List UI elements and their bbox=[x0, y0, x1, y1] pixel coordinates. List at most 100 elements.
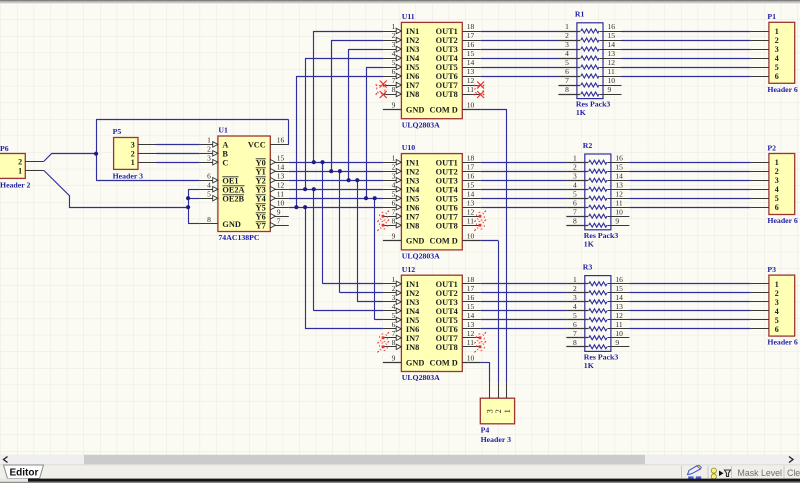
svg-text:14: 14 bbox=[608, 40, 616, 49]
svg-text:IN8: IN8 bbox=[406, 90, 419, 99]
svg-text:7: 7 bbox=[392, 76, 396, 85]
svg-text:17: 17 bbox=[467, 162, 475, 171]
svg-text:Editor: Editor bbox=[10, 468, 39, 479]
svg-text:14: 14 bbox=[615, 171, 623, 180]
svg-text:B: B bbox=[222, 150, 228, 159]
svg-text:OUT6: OUT6 bbox=[436, 203, 458, 212]
svg-text:C: C bbox=[222, 158, 228, 167]
svg-text:5: 5 bbox=[775, 316, 779, 325]
svg-text:4: 4 bbox=[573, 180, 577, 189]
svg-text:10: 10 bbox=[467, 232, 475, 241]
svg-text:P6: P6 bbox=[0, 144, 9, 153]
svg-text:7: 7 bbox=[573, 207, 577, 216]
svg-text:17: 17 bbox=[467, 31, 475, 40]
svg-text:U11: U11 bbox=[402, 12, 415, 21]
svg-text:GND: GND bbox=[406, 358, 424, 367]
svg-text:2: 2 bbox=[573, 162, 577, 171]
svg-text:4: 4 bbox=[392, 49, 396, 58]
svg-text:12: 12 bbox=[467, 207, 475, 216]
svg-text:9: 9 bbox=[615, 216, 619, 225]
svg-text:3: 3 bbox=[573, 293, 577, 302]
svg-text:3: 3 bbox=[485, 409, 494, 413]
svg-text:11: 11 bbox=[467, 338, 474, 347]
svg-text:ULQ2803A: ULQ2803A bbox=[402, 252, 440, 261]
svg-text:8: 8 bbox=[565, 85, 569, 94]
svg-text:4: 4 bbox=[775, 307, 779, 316]
svg-text:11: 11 bbox=[277, 189, 284, 198]
svg-text:Header 3: Header 3 bbox=[113, 171, 143, 180]
svg-text:1K: 1K bbox=[576, 108, 586, 117]
svg-text:OUT7: OUT7 bbox=[436, 81, 458, 90]
svg-text:9: 9 bbox=[392, 232, 396, 241]
svg-text:OUT7: OUT7 bbox=[436, 334, 458, 343]
svg-text:1K: 1K bbox=[584, 361, 594, 370]
svg-text:1: 1 bbox=[131, 158, 135, 167]
svg-text:13: 13 bbox=[615, 302, 623, 311]
svg-text:6: 6 bbox=[775, 72, 779, 81]
svg-text:COM D: COM D bbox=[429, 358, 457, 367]
svg-text:17: 17 bbox=[467, 284, 475, 293]
svg-text:2: 2 bbox=[775, 167, 779, 176]
svg-text:OUT4: OUT4 bbox=[436, 185, 458, 194]
svg-text:16: 16 bbox=[615, 153, 623, 162]
svg-text:IN3: IN3 bbox=[406, 176, 419, 185]
svg-text:IN8: IN8 bbox=[406, 221, 419, 230]
svg-text:3: 3 bbox=[573, 171, 577, 180]
svg-text:Header 6: Header 6 bbox=[767, 338, 797, 347]
svg-text:GND: GND bbox=[406, 237, 424, 246]
svg-text:ULQ2803A: ULQ2803A bbox=[402, 373, 440, 382]
svg-text:IN4: IN4 bbox=[406, 185, 419, 194]
svg-text:12: 12 bbox=[467, 76, 475, 85]
svg-text:13: 13 bbox=[608, 49, 616, 58]
svg-text:IN8: IN8 bbox=[406, 343, 419, 352]
svg-text:6: 6 bbox=[565, 67, 569, 76]
svg-text:4: 4 bbox=[565, 49, 569, 58]
svg-text:P2: P2 bbox=[767, 143, 776, 152]
svg-text:15: 15 bbox=[467, 49, 475, 58]
svg-text:15: 15 bbox=[467, 302, 475, 311]
svg-text:3: 3 bbox=[131, 140, 135, 149]
svg-text:OUT1: OUT1 bbox=[436, 280, 458, 289]
svg-text:P5: P5 bbox=[113, 127, 122, 136]
svg-text:IN2: IN2 bbox=[406, 167, 419, 176]
svg-text:IN5: IN5 bbox=[406, 63, 419, 72]
svg-text:8: 8 bbox=[573, 338, 577, 347]
svg-text:4: 4 bbox=[392, 302, 396, 311]
svg-text:1: 1 bbox=[775, 27, 779, 36]
svg-text:IN6: IN6 bbox=[406, 203, 419, 212]
svg-text:OUT2: OUT2 bbox=[436, 36, 458, 45]
svg-text:5: 5 bbox=[392, 189, 396, 198]
svg-text:3: 3 bbox=[775, 176, 779, 185]
svg-text:2: 2 bbox=[18, 157, 22, 166]
svg-text:9: 9 bbox=[392, 101, 396, 110]
svg-text:OUT3: OUT3 bbox=[436, 298, 458, 307]
svg-text:14: 14 bbox=[277, 162, 285, 171]
svg-text:7: 7 bbox=[573, 329, 577, 338]
svg-text:18: 18 bbox=[467, 153, 475, 162]
svg-text:8: 8 bbox=[392, 216, 396, 225]
svg-text:16: 16 bbox=[608, 22, 616, 31]
svg-text:OUT3: OUT3 bbox=[436, 45, 458, 54]
svg-text:1: 1 bbox=[775, 158, 779, 167]
svg-text:15: 15 bbox=[615, 284, 623, 293]
svg-text:6: 6 bbox=[392, 320, 396, 329]
svg-text:OUT7: OUT7 bbox=[436, 212, 458, 221]
svg-text:5: 5 bbox=[573, 311, 577, 320]
svg-text:11: 11 bbox=[615, 198, 622, 207]
svg-text:IN3: IN3 bbox=[406, 298, 419, 307]
svg-text:6: 6 bbox=[392, 198, 396, 207]
svg-text:10: 10 bbox=[467, 353, 475, 362]
svg-text:10: 10 bbox=[277, 198, 285, 207]
svg-text:2: 2 bbox=[131, 149, 135, 158]
svg-text:Y0: Y0 bbox=[256, 158, 266, 167]
svg-text:ULQ2803A: ULQ2803A bbox=[402, 120, 440, 129]
svg-text:1: 1 bbox=[18, 166, 22, 175]
svg-text:P1: P1 bbox=[767, 12, 776, 21]
svg-text:4: 4 bbox=[207, 180, 211, 189]
svg-text:R3: R3 bbox=[583, 262, 593, 271]
svg-text:OUT8: OUT8 bbox=[436, 221, 458, 230]
svg-text:3: 3 bbox=[207, 153, 211, 162]
svg-text:15: 15 bbox=[467, 180, 475, 189]
svg-text:2: 2 bbox=[494, 409, 503, 413]
svg-text:7: 7 bbox=[392, 329, 396, 338]
